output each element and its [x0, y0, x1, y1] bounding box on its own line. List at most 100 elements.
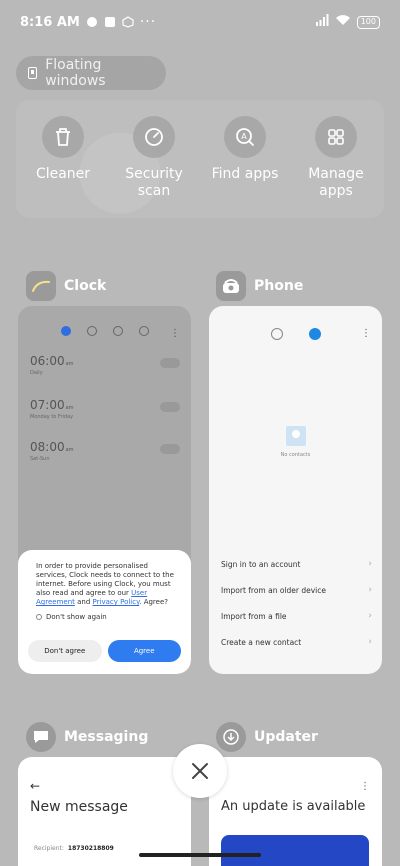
clock-app-icon [26, 271, 56, 301]
chevron-right-icon: › [368, 585, 372, 595]
new-message-title: New message [30, 799, 128, 815]
contact-options-list: Sign in to an account › Import from an ol… [221, 551, 372, 655]
recipient-label: Recipient: [34, 845, 64, 852]
chevron-right-icon: › [368, 559, 372, 569]
wifi-icon [335, 14, 351, 30]
close-icon [192, 763, 208, 779]
checkbox-icon [36, 614, 42, 620]
notification-icon [86, 16, 98, 28]
home-indicator[interactable] [139, 853, 261, 857]
updater-app-icon [216, 722, 246, 752]
alarm-time: 07:00 [30, 398, 65, 412]
clock-tabs [18, 326, 191, 336]
dont-show-again-checkbox[interactable]: Don't show again [36, 613, 179, 621]
updater-app-title: Updater [254, 729, 318, 745]
phone-recent-card[interactable]: ⋮ No contacts Sign in to an account › Imp… [209, 306, 382, 674]
update-banner-image [221, 835, 369, 866]
privacy-dialog: In order to provide personalised service… [18, 550, 191, 674]
alarm-repeat: Sat-Sun [30, 456, 50, 462]
more-notifications-icon: ··· [139, 14, 157, 30]
clock-recent-card[interactable]: ⋮ 06:00am Daily 07:00am Monday to Friday… [18, 306, 191, 674]
floating-window-icon [28, 67, 38, 79]
empty-contacts: No contacts [209, 426, 382, 458]
import-device-option[interactable]: Import from an older device › [221, 577, 372, 603]
dialog-message: In order to provide personalised service… [36, 562, 179, 607]
clock-app-header[interactable]: Clock [26, 271, 106, 301]
updater-recent-card[interactable]: ⋮ An update is available [209, 757, 382, 866]
chevron-right-icon: › [368, 611, 372, 621]
chevron-right-icon: › [368, 637, 372, 647]
alarm-tab-icon[interactable] [60, 326, 71, 336]
messaging-recent-card[interactable]: ← New message Recipient: 18730218809 [18, 757, 191, 866]
dialog-and: and [77, 598, 91, 606]
signal-icon [315, 14, 329, 30]
clock-app-title: Clock [64, 278, 107, 294]
contacts-tab-icon[interactable] [308, 328, 321, 340]
status-bar: 8:16 AM ··· 100 [0, 0, 400, 44]
floating-windows-button[interactable]: Floating windows [16, 56, 166, 90]
manage-apps-label: Manage apps [308, 166, 364, 199]
app-notification-icon [104, 16, 116, 28]
cleaner-label: Cleaner [35, 166, 91, 182]
import-file-option[interactable]: Import from a file › [221, 603, 372, 629]
alarm-item[interactable]: 06:00am Daily [30, 354, 180, 376]
dont-agree-button[interactable]: Don't agree [28, 640, 102, 662]
alarm-item[interactable]: 08:00am Sat-Sun [30, 440, 180, 462]
phone-app-icon [216, 271, 246, 301]
no-contacts-label: No contacts [280, 452, 311, 458]
option-label: Import from an older device [221, 585, 326, 595]
cleaner-button[interactable]: Cleaner [18, 116, 108, 183]
option-label: Create a new contact [221, 637, 302, 647]
contact-placeholder-icon [285, 426, 306, 446]
call-log-tab-icon[interactable] [270, 328, 283, 340]
find-apps-button[interactable]: A Find apps [200, 116, 290, 183]
alarm-repeat: Daily [30, 370, 43, 376]
trash-icon [42, 116, 84, 158]
alarm-toggle[interactable] [160, 444, 180, 454]
dont-show-again-label: Don't show again [46, 613, 107, 621]
phone-tabs [209, 328, 382, 340]
find-apps-label: Find apps [211, 166, 279, 182]
messaging-app-header[interactable]: Messaging [26, 722, 148, 752]
search-app-icon: A [224, 116, 266, 158]
security-scan-label: Security scan [125, 166, 183, 199]
grid-icon [315, 116, 357, 158]
recipient-value: 18730218809 [67, 845, 114, 852]
dialog-question: . Agree? [139, 598, 168, 606]
battery-indicator: 100 [356, 15, 380, 29]
create-contact-option[interactable]: Create a new contact › [221, 629, 372, 655]
stopwatch-tab-icon[interactable] [112, 326, 123, 336]
alarm-toggle[interactable] [160, 402, 180, 412]
alarm-repeat: Monday to Friday [30, 414, 74, 420]
back-arrow-icon[interactable]: ← [30, 779, 40, 793]
update-available-title: An update is available [221, 799, 366, 814]
floating-windows-label: Floating windows [45, 57, 106, 89]
agree-button[interactable]: Agree [107, 640, 181, 662]
phone-app-header[interactable]: Phone [216, 271, 303, 301]
messaging-app-icon [26, 722, 56, 752]
messaging-app-title: Messaging [64, 729, 149, 745]
recipient-row[interactable]: Recipient: 18730218809 [34, 845, 114, 852]
updater-app-header[interactable]: Updater [216, 722, 318, 752]
alarm-toggle[interactable] [160, 358, 180, 368]
alarm-time: 06:00 [30, 354, 65, 368]
alarm-ampm: am [65, 405, 74, 411]
clear-all-button[interactable] [173, 744, 227, 798]
alarm-ampm: am [65, 361, 74, 367]
world-clock-tab-icon[interactable] [86, 326, 97, 336]
privacy-policy-link[interactable]: Privacy Policy [93, 598, 140, 606]
timer-tab-icon[interactable] [138, 326, 149, 336]
manage-apps-button[interactable]: Manage apps [291, 116, 381, 200]
sign-in-option[interactable]: Sign in to an account › [221, 551, 372, 577]
gauge-icon [133, 116, 175, 158]
alarm-ampm: am [65, 447, 74, 453]
more-options-icon[interactable]: ⋮ [360, 781, 370, 792]
settings-notification-icon [122, 16, 134, 28]
dialog-text: In order to provide personalised service… [36, 562, 174, 597]
more-options-icon[interactable]: ⋮ [361, 328, 371, 339]
option-label: Sign in to an account [221, 559, 301, 569]
alarm-item[interactable]: 07:00am Monday to Friday [30, 398, 180, 420]
security-scan-button[interactable]: Security scan [109, 116, 199, 200]
option-label: Import from a file [221, 611, 287, 621]
more-options-icon[interactable]: ⋮ [170, 328, 180, 339]
